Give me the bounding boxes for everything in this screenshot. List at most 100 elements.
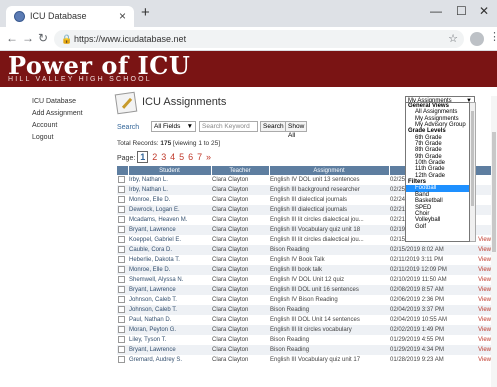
page-link[interactable]: 3 bbox=[161, 152, 166, 162]
pencil-paper-icon bbox=[114, 91, 138, 115]
row-checkbox[interactable] bbox=[118, 256, 125, 264]
teacher-cell: Clara Clayton bbox=[212, 177, 249, 183]
bookmark-star-icon[interactable]: ☆ bbox=[448, 30, 458, 48]
row-checkbox[interactable] bbox=[118, 246, 125, 254]
maximize-button[interactable]: ☐ bbox=[456, 4, 467, 18]
row-checkbox[interactable] bbox=[118, 346, 125, 354]
row-checkbox[interactable] bbox=[118, 186, 125, 194]
view-link[interactable]: View bbox=[469, 255, 493, 265]
sidebar-item-logout[interactable]: Logout bbox=[32, 132, 83, 144]
teacher-cell: Clara Clayton bbox=[211, 265, 269, 275]
dropdown-scrollbar[interactable] bbox=[470, 102, 476, 242]
view-link[interactable]: View bbox=[469, 285, 493, 295]
search-input[interactable]: Search Keyword bbox=[199, 121, 258, 132]
row-checkbox[interactable] bbox=[118, 196, 125, 204]
row-checkbox[interactable] bbox=[118, 236, 125, 244]
row-select-cell bbox=[117, 235, 128, 245]
view-link[interactable]: View bbox=[469, 355, 493, 365]
view-link[interactable]: View bbox=[469, 345, 493, 355]
date-cell: 02/04/2019 10:55 AM bbox=[390, 317, 448, 323]
teacher-cell: Clara Clayton bbox=[211, 325, 269, 335]
table-row: Monroe, Elle D. Clara Clayton English III … bbox=[117, 265, 493, 275]
row-checkbox[interactable] bbox=[118, 216, 125, 224]
row-checkbox[interactable] bbox=[118, 326, 125, 334]
teacher-cell: Clara Clayton bbox=[211, 345, 269, 355]
student-cell: Koeppel, Gabriel E. bbox=[129, 237, 182, 243]
row-checkbox[interactable] bbox=[118, 356, 125, 364]
row-checkbox[interactable] bbox=[118, 276, 125, 284]
assignment-cell: English III Vocabulary quiz unit 17 bbox=[270, 357, 361, 363]
menu-kebab-icon[interactable]: ⋮ bbox=[489, 30, 497, 43]
page-link[interactable]: 5 bbox=[179, 152, 184, 162]
row-checkbox[interactable] bbox=[118, 266, 125, 274]
new-tab-button[interactable]: + bbox=[141, 4, 150, 21]
row-checkbox[interactable] bbox=[118, 206, 125, 214]
record-count: Total Records: 175 [viewing 1 to 25] bbox=[117, 140, 220, 147]
teacher-cell: Clara Clayton bbox=[212, 257, 249, 263]
row-select-cell bbox=[117, 195, 128, 205]
view-link[interactable]: View bbox=[469, 315, 493, 325]
browser-tab-bar: ICU Database × + — ☐ ✕ bbox=[0, 0, 497, 27]
dropdown-scrollbar-thumb[interactable] bbox=[471, 111, 474, 206]
page-link[interactable]: 7 bbox=[197, 152, 202, 162]
student-cell: Dewrock, Logan E. bbox=[128, 205, 211, 215]
date-cell: 02/11/2019 3:11 PM bbox=[390, 257, 444, 263]
table-row: Cauble, Cora D. Clara Clayton Bison Readin… bbox=[117, 245, 493, 255]
student-cell: Monroe, Elle D. bbox=[128, 265, 211, 275]
view-link[interactable]: View bbox=[469, 295, 493, 305]
browser-tab[interactable]: ICU Database × bbox=[6, 6, 134, 27]
view-link[interactable]: View bbox=[469, 305, 493, 315]
row-checkbox[interactable] bbox=[118, 286, 125, 294]
row-checkbox[interactable] bbox=[118, 316, 125, 324]
sidebar-item-account[interactable]: Account bbox=[32, 120, 83, 132]
view-link[interactable]: View bbox=[469, 265, 493, 275]
view-link[interactable]: View bbox=[469, 335, 493, 345]
teacher-cell: Clara Clayton bbox=[211, 225, 269, 235]
table-row: Shemwell, Alyssa N. Clara Clayton English … bbox=[117, 275, 493, 285]
total-records-value: 175 bbox=[160, 140, 172, 147]
viewing-range: [viewing 1 to 25] bbox=[173, 140, 221, 147]
row-checkbox[interactable] bbox=[118, 226, 125, 234]
page-link[interactable]: 6 bbox=[188, 152, 193, 162]
teacher-cell: Clara Clayton bbox=[212, 277, 249, 283]
view-link[interactable]: View bbox=[469, 245, 493, 255]
url-field[interactable]: 🔒 https://www.icudatabase.net ☆ bbox=[54, 30, 464, 48]
view-link[interactable]: View bbox=[469, 325, 493, 335]
row-select-cell bbox=[117, 265, 128, 275]
assignment-cell: English III background researcher bbox=[269, 185, 389, 195]
header-student[interactable]: Student bbox=[128, 166, 212, 175]
header-teacher[interactable]: Teacher bbox=[211, 166, 270, 175]
student-cell: Paul, Nathan D. bbox=[129, 317, 172, 323]
profile-avatar-icon[interactable] bbox=[470, 32, 484, 46]
page-scrollbar[interactable] bbox=[491, 96, 497, 387]
next-page-link[interactable]: » bbox=[206, 152, 211, 162]
table-row: Paul, Nathan D. Clara Clayton English III … bbox=[117, 315, 493, 325]
close-window-button[interactable]: ✕ bbox=[479, 4, 489, 18]
row-checkbox[interactable] bbox=[118, 336, 125, 344]
row-checkbox[interactable] bbox=[118, 176, 125, 184]
row-checkbox[interactable] bbox=[118, 306, 125, 314]
page-scrollbar-thumb[interactable] bbox=[492, 132, 496, 252]
view-link[interactable]: View bbox=[469, 275, 493, 285]
row-checkbox[interactable] bbox=[118, 296, 125, 304]
school-name: HILL VALLEY HIGH SCHOOL bbox=[8, 76, 152, 83]
reload-icon[interactable]: ↻ bbox=[38, 31, 48, 45]
table-row: Heberlie, Dakota T. Clara Clayton English … bbox=[117, 255, 493, 265]
sidebar-item-add-assignment[interactable]: Add Assignment bbox=[32, 108, 83, 120]
minimize-button[interactable]: — bbox=[430, 4, 442, 18]
assignment-cell: English III dialectical journals bbox=[269, 205, 389, 215]
search-button[interactable]: Search bbox=[260, 121, 287, 132]
forward-icon[interactable]: → bbox=[22, 31, 34, 45]
row-select-cell bbox=[117, 225, 128, 235]
back-icon[interactable]: ← bbox=[6, 31, 18, 45]
page-link[interactable]: 4 bbox=[170, 152, 175, 162]
student-cell: Johnson, Caleb T. bbox=[128, 305, 211, 315]
header-assignment[interactable]: Assignment bbox=[269, 166, 390, 175]
student-cell: Johnson, Caleb T. bbox=[129, 297, 177, 303]
sidebar-item-icu-database[interactable]: ICU Database bbox=[32, 96, 83, 108]
show-all-button[interactable]: Show All bbox=[285, 121, 308, 139]
close-tab-icon[interactable]: × bbox=[119, 9, 126, 23]
dropdown-option[interactable]: Golf bbox=[406, 224, 469, 230]
page-link[interactable]: 2 bbox=[152, 152, 157, 162]
field-select[interactable]: All Fields ▼ bbox=[151, 121, 196, 132]
